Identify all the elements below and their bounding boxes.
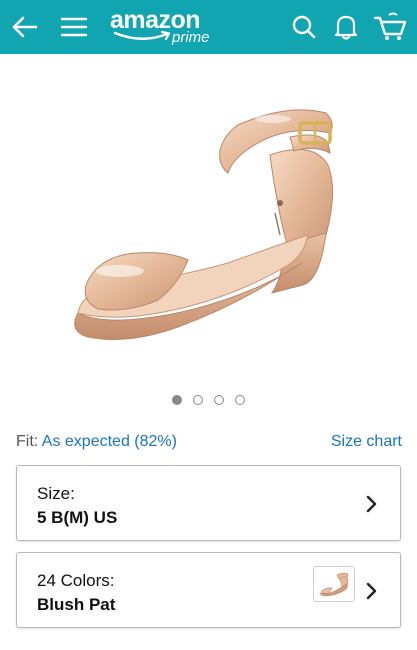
chevron-right-icon <box>366 582 377 600</box>
colors-label: 24 Colors: <box>37 571 115 590</box>
fit-row: Fit: As expected (82%) Size chart <box>16 433 402 455</box>
size-selector[interactable]: Size: 5 B(M) US <box>16 465 401 541</box>
sandal-thumbnail-icon <box>319 572 349 597</box>
carousel-dot[interactable] <box>172 395 182 405</box>
menu-icon[interactable] <box>56 0 92 54</box>
carousel-dot[interactable] <box>214 395 224 405</box>
image-carousel-dots <box>0 395 417 405</box>
product-image[interactable] <box>58 95 358 355</box>
fit-value-link[interactable]: As expected (82%) <box>42 433 177 450</box>
size-value: 5 B(M) US <box>37 508 118 527</box>
color-swatch-thumbnail[interactable] <box>313 566 355 602</box>
logo-smile-icon <box>113 30 171 41</box>
carousel-dot[interactable] <box>235 395 245 405</box>
amazon-prime-logo[interactable]: amazon prime <box>110 6 220 50</box>
size-chart-link[interactable]: Size chart <box>331 433 402 451</box>
chevron-right-icon <box>366 495 377 513</box>
top-nav-bar: amazon prime <box>0 0 417 54</box>
color-selector[interactable]: 24 Colors: Blush Pat <box>16 552 401 628</box>
back-arrow-icon[interactable] <box>6 0 42 54</box>
bell-icon[interactable] <box>329 0 363 54</box>
search-icon[interactable] <box>287 0 321 54</box>
cart-icon[interactable] <box>370 0 410 54</box>
fit-label: Fit: <box>16 433 39 450</box>
logo-prime-text: prime <box>172 29 210 46</box>
size-label: Size: <box>37 484 75 503</box>
carousel-dot[interactable] <box>193 395 203 405</box>
color-value: Blush Pat <box>37 595 116 614</box>
